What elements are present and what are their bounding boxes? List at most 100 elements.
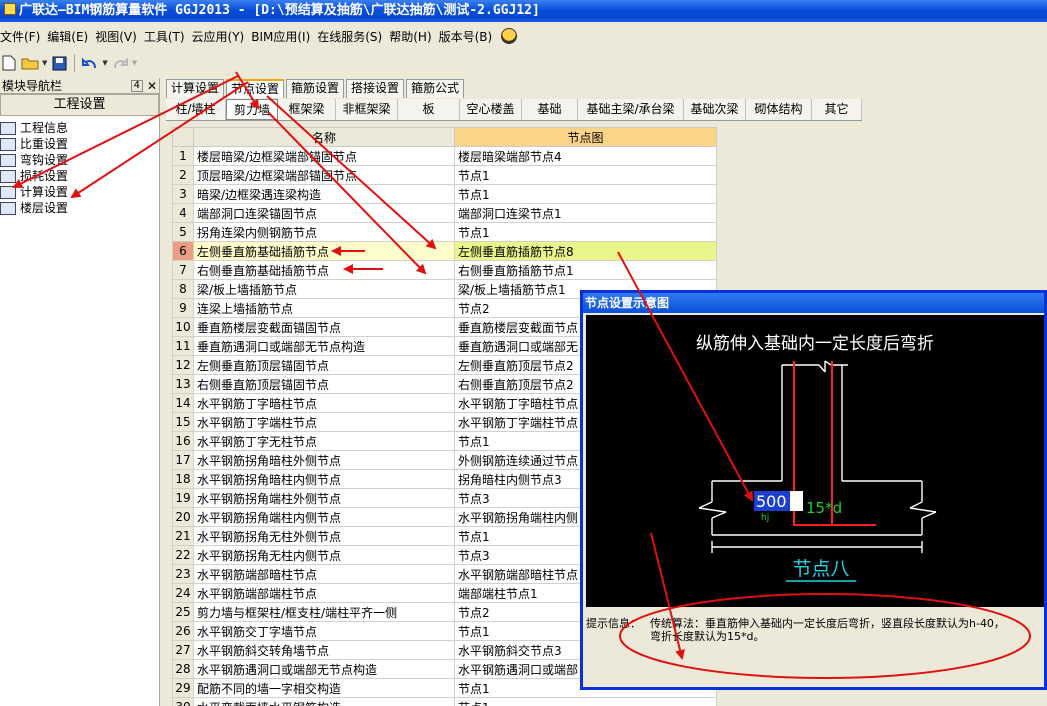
node-name-cell[interactable]: 左侧垂直筋顶层锚固节点 — [193, 355, 455, 375]
row-number[interactable]: 9 — [172, 298, 194, 318]
node-name-cell[interactable]: 水平变截面墙水平钢筋构造 — [193, 697, 455, 706]
nav-item-calc[interactable]: 计算设置 — [0, 184, 159, 200]
node-value-cell[interactable]: 端部洞口连梁节点1 — [454, 203, 717, 223]
tab-column[interactable]: 柱/墙柱 — [166, 99, 226, 120]
row-number[interactable]: 3 — [172, 184, 194, 204]
tab-foundation-main-beam[interactable]: 基础主梁/承台梁 — [578, 99, 684, 120]
node-name-cell[interactable]: 垂直筋遇洞口或端部无节点构造 — [193, 336, 455, 356]
node-name-cell[interactable]: 水平钢筋端部端柱节点 — [193, 583, 455, 603]
tab-hollow-floor[interactable]: 空心楼盖 — [460, 99, 522, 120]
table-row[interactable]: 1 楼层暗梁/边框梁端部锚固节点 楼层暗梁端部节点4 — [172, 146, 717, 166]
open-folder-icon[interactable] — [21, 54, 39, 72]
menu-bim[interactable]: BIM应用(I) — [251, 28, 317, 45]
table-row[interactable]: 3 暗梁/边框梁遇连梁构造 节点1 — [172, 184, 717, 204]
undo-icon[interactable] — [81, 54, 99, 72]
node-value-cell[interactable]: 楼层暗梁端部节点4 — [454, 146, 717, 166]
row-number[interactable]: 27 — [172, 640, 194, 660]
row-number[interactable]: 15 — [172, 412, 194, 432]
node-name-cell[interactable]: 顶层暗梁/边框梁端部锚固节点 — [193, 165, 455, 185]
row-number[interactable]: 8 — [172, 279, 194, 299]
node-name-cell[interactable]: 梁/板上墙插筋节点 — [193, 279, 455, 299]
node-name-cell[interactable]: 水平钢筋交丁字墙节点 — [193, 621, 455, 641]
node-name-cell[interactable]: 水平钢筋拐角暗柱内侧节点 — [193, 469, 455, 489]
row-number[interactable]: 16 — [172, 431, 194, 451]
node-value-cell[interactable]: 左侧垂直筋插筋节点8 — [454, 241, 717, 261]
node-value-cell[interactable]: 右侧垂直筋插筋节点1 — [454, 260, 717, 280]
row-number[interactable]: 17 — [172, 450, 194, 470]
tab-calc-settings[interactable]: 计算设置 — [166, 79, 225, 98]
row-number[interactable]: 6 — [172, 241, 194, 261]
column-header-node[interactable]: 节点图 — [454, 127, 717, 147]
row-number[interactable]: 13 — [172, 374, 194, 394]
menu-cloud[interactable]: 云应用(Y) — [192, 28, 252, 45]
menu-help[interactable]: 帮助(H) — [389, 28, 438, 45]
node-name-cell[interactable]: 拐角连梁内侧钢筋节点 — [193, 222, 455, 242]
table-row[interactable]: 7 右侧垂直筋基础插筋节点 右侧垂直筋插筋节点1 — [172, 260, 717, 280]
node-name-cell[interactable]: 楼层暗梁/边框梁端部锚固节点 — [193, 146, 455, 166]
node-name-cell[interactable]: 水平钢筋斜交转角墙节点 — [193, 640, 455, 660]
chevron-down-icon[interactable]: ▼ — [42, 59, 47, 67]
nav-item-loss[interactable]: 损耗设置 — [0, 168, 159, 184]
nav-item-weight[interactable]: 比重设置 — [0, 136, 159, 152]
table-row[interactable]: 30水平变截面墙水平钢筋构造节点1 — [172, 697, 717, 706]
row-number[interactable]: 1 — [172, 146, 194, 166]
row-number[interactable]: 19 — [172, 488, 194, 508]
menu-view[interactable]: 视图(V) — [95, 28, 144, 45]
node-name-cell[interactable]: 剪力墙与框架柱/框支柱/端柱平齐一侧 — [193, 602, 455, 622]
row-number[interactable]: 7 — [172, 260, 194, 280]
menu-file[interactable]: 文件(F) — [0, 28, 47, 45]
tab-slab[interactable]: 板 — [398, 99, 460, 120]
row-number[interactable]: 5 — [172, 222, 194, 242]
row-number[interactable]: 18 — [172, 469, 194, 489]
pin-icon[interactable]: 4 — [130, 79, 143, 92]
tab-node-settings[interactable]: 节点设置 — [226, 79, 285, 98]
new-file-icon[interactable] — [0, 54, 18, 72]
row-number[interactable]: 21 — [172, 526, 194, 546]
row-number[interactable]: 4 — [172, 203, 194, 223]
node-name-cell[interactable]: 水平钢筋拐角无柱外侧节点 — [193, 526, 455, 546]
node-name-cell[interactable]: 左侧垂直筋基础插筋节点 — [193, 241, 455, 261]
tab-lap-settings[interactable]: 搭接设置 — [346, 79, 405, 98]
node-name-cell[interactable]: 水平钢筋丁字无柱节点 — [193, 431, 455, 451]
node-name-cell[interactable]: 右侧垂直筋顶层锚固节点 — [193, 374, 455, 394]
row-number[interactable]: 2 — [172, 165, 194, 185]
row-number[interactable]: 28 — [172, 659, 194, 679]
close-icon[interactable]: ✕ — [147, 79, 157, 93]
table-row[interactable]: 4 端部洞口连梁锚固节点 端部洞口连梁节点1 — [172, 203, 717, 223]
row-number[interactable]: 10 — [172, 317, 194, 337]
menu-edit[interactable]: 编辑(E) — [47, 28, 95, 45]
row-number[interactable]: 22 — [172, 545, 194, 565]
row-number[interactable]: 30 — [172, 697, 194, 706]
node-name-cell[interactable]: 连梁上墙插筋节点 — [193, 298, 455, 318]
table-row[interactable]: 6 左侧垂直筋基础插筋节点 左侧垂直筋插筋节点8 — [172, 241, 717, 261]
node-value-cell[interactable]: 节点1 — [454, 165, 717, 185]
nav-header[interactable]: 工程设置 — [0, 94, 159, 116]
tab-masonry[interactable]: 砌体结构 — [746, 99, 812, 120]
tab-shear-wall[interactable]: 剪力墙 — [226, 99, 278, 120]
node-name-cell[interactable]: 配筋不同的墙一字相交构造 — [193, 678, 455, 698]
node-name-cell[interactable]: 水平钢筋拐角暗柱外侧节点 — [193, 450, 455, 470]
chevron-down-icon[interactable]: ▼ — [102, 59, 107, 67]
node-name-cell[interactable]: 右侧垂直筋基础插筋节点 — [193, 260, 455, 280]
row-number[interactable]: 26 — [172, 621, 194, 641]
node-value-cell[interactable]: 节点1 — [454, 222, 717, 242]
node-value-cell[interactable]: 节点1 — [454, 697, 717, 706]
tab-foundation[interactable]: 基础 — [522, 99, 578, 120]
node-name-cell[interactable]: 水平钢筋端部暗柱节点 — [193, 564, 455, 584]
menu-tools[interactable]: 工具(T) — [144, 28, 192, 45]
row-number[interactable]: 11 — [172, 336, 194, 356]
row-number[interactable]: 24 — [172, 583, 194, 603]
node-name-cell[interactable]: 水平钢筋拐角无柱内侧节点 — [193, 545, 455, 565]
row-number[interactable]: 23 — [172, 564, 194, 584]
node-name-cell[interactable]: 暗梁/边框梁遇连梁构造 — [193, 184, 455, 204]
node-name-cell[interactable]: 水平钢筋遇洞口或端部无节点构造 — [193, 659, 455, 679]
help-icon[interactable] — [501, 28, 518, 44]
tab-stirrup-formula[interactable]: 箍筋公式 — [406, 79, 465, 98]
save-icon[interactable] — [50, 54, 68, 72]
tab-stirrup-settings[interactable]: 箍筋设置 — [286, 79, 345, 98]
row-number[interactable]: 12 — [172, 355, 194, 375]
node-name-cell[interactable]: 水平钢筋丁字端柱节点 — [193, 412, 455, 432]
tab-foundation-secondary-beam[interactable]: 基础次梁 — [684, 99, 746, 120]
menu-version[interactable]: 版本号(B) — [439, 28, 500, 45]
node-name-cell[interactable]: 垂直筋楼层变截面锚固节点 — [193, 317, 455, 337]
